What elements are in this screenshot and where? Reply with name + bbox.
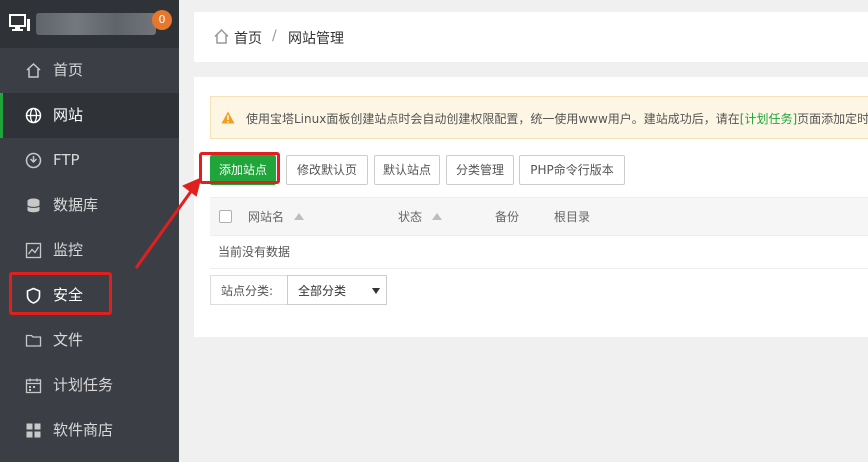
notification-badge[interactable]: 0	[152, 10, 172, 30]
cron-link[interactable]: [计划任务]	[740, 112, 797, 126]
table-empty-row: 当前没有数据	[210, 234, 868, 269]
folder-icon	[25, 334, 42, 347]
security-highlight-box	[9, 272, 112, 315]
default-site-button[interactable]: 默认站点	[374, 155, 440, 185]
breadcrumb-home-link[interactable]: 首页	[234, 28, 262, 48]
table-header: 网站名 状态 备份 根目录	[210, 197, 868, 236]
globe-icon	[25, 107, 42, 124]
database-icon	[27, 198, 40, 213]
dropdown-arrow-icon	[372, 288, 380, 294]
warning-icon	[221, 111, 235, 124]
breadcrumb-separator: /	[272, 28, 277, 44]
sort-asc-icon[interactable]	[432, 213, 442, 220]
category-select[interactable]: 全部分类	[287, 275, 387, 305]
sidebar-item-cron[interactable]: 计划任务	[0, 363, 179, 408]
ftp-icon	[25, 152, 42, 169]
sidebar-item-home[interactable]: 首页	[0, 48, 179, 93]
sidebar-item-label: 网站	[53, 106, 84, 124]
server-monitor-icon	[9, 14, 30, 31]
apps-icon	[26, 423, 41, 438]
sidebar-item-website[interactable]: 网站	[0, 93, 179, 138]
php-cli-version-button[interactable]: PHP命令行版本	[519, 155, 625, 185]
sidebar-item-label: 数据库	[53, 196, 99, 214]
column-root-dir: 根目录	[554, 210, 591, 224]
category-select-value: 全部分类	[298, 284, 347, 298]
notice-text: 使用宝塔Linux面板创建站点时会自动创建权限配置，统一使用www用户。建站成功…	[246, 112, 868, 126]
category-manage-button[interactable]: 分类管理	[446, 155, 514, 185]
sidebar-item-label: 监控	[53, 241, 84, 259]
sidebar: 0 首页 网站 FTP 数据库 监控 安全 文件 计划任务 软件商店	[0, 0, 179, 462]
sidebar-item-label: 文件	[53, 331, 84, 349]
site-management-panel: 使用宝塔Linux面板创建站点时会自动创建权限配置，统一使用www用户。建站成功…	[194, 77, 868, 337]
sidebar-item-monitor[interactable]: 监控	[0, 228, 179, 273]
column-site-name[interactable]: 网站名	[248, 208, 284, 225]
monitor-chart-icon	[25, 242, 42, 259]
breadcrumb: 首页 / 网站管理	[194, 12, 868, 62]
page-title: 网站管理	[288, 31, 344, 47]
sidebar-item-database[interactable]: 数据库	[0, 183, 179, 228]
column-backup: 备份	[495, 210, 520, 224]
home-icon	[26, 62, 41, 78]
empty-text: 当前没有数据	[218, 245, 291, 259]
sidebar-item-app-store[interactable]: 软件商店	[0, 408, 179, 453]
sidebar-item-ftp[interactable]: FTP	[0, 138, 179, 183]
sort-asc-icon[interactable]	[294, 213, 304, 220]
sidebar-item-label: 首页	[53, 61, 84, 79]
calendar-icon	[25, 378, 42, 394]
home-icon[interactable]	[213, 28, 230, 45]
select-all-checkbox[interactable]	[219, 210, 232, 223]
sidebar-item-files[interactable]: 文件	[0, 318, 179, 363]
column-status[interactable]: 状态	[398, 208, 422, 225]
sidebar-item-label: 计划任务	[53, 376, 114, 394]
notice-banner: 使用宝塔Linux面板创建站点时会自动创建权限配置，统一使用www用户。建站成功…	[210, 96, 868, 139]
sidebar-brand: 0	[0, 0, 179, 48]
sidebar-item-label: FTP	[53, 151, 80, 169]
category-filter: 站点分类: 全部分类	[210, 275, 387, 305]
hostname-blurred	[36, 13, 156, 35]
edit-default-page-button[interactable]: 修改默认页	[286, 155, 368, 185]
category-filter-label: 站点分类:	[221, 284, 274, 298]
add-site-highlight-box	[199, 152, 280, 184]
sidebar-nav: 首页 网站 FTP 数据库 监控 安全 文件 计划任务 软件商店	[0, 48, 179, 453]
sidebar-item-label: 软件商店	[53, 421, 114, 439]
